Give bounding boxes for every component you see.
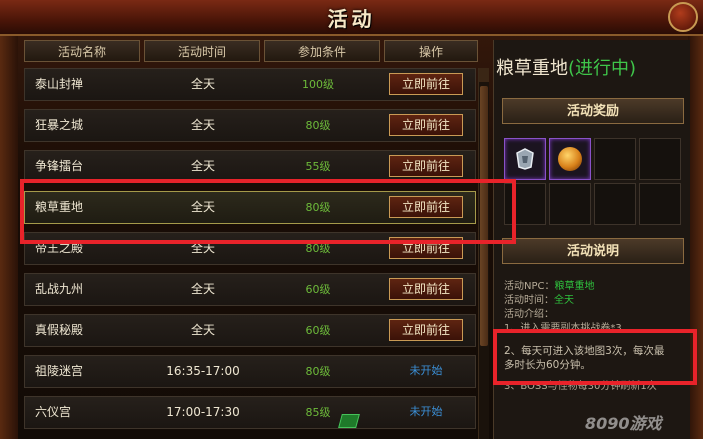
reward-slot-7[interactable] xyxy=(594,183,636,225)
activity-name: 六仪宫 xyxy=(35,405,72,419)
npc-label: 活动NPC： xyxy=(504,281,555,292)
intro-label: 活动介绍： xyxy=(504,309,554,320)
reward-heading: 活动奖励 xyxy=(502,98,684,124)
activity-list: 泰山封禅 全天 100级 立即前往 狂暴之城 全天 80级 立即前往 争锋擂台 全天 55级 立即前往… xyxy=(24,68,478,439)
reward-slots xyxy=(504,138,684,230)
event-title: 粮草重地(进行中) xyxy=(496,54,636,80)
description-heading: 活动说明 xyxy=(502,238,684,264)
activity-name: 泰山封禅 xyxy=(35,77,84,91)
activity-action: 未开始 xyxy=(387,401,477,424)
go-now-button[interactable]: 立即前往 xyxy=(389,73,463,95)
not-started-label: 未开始 xyxy=(409,405,443,418)
activity-action: 立即前往 xyxy=(387,155,477,178)
go-now-button[interactable]: 立即前往 xyxy=(389,319,463,341)
activity-action: 立即前往 xyxy=(387,114,477,137)
header-activity-time: 活动时间 xyxy=(144,40,260,62)
highlight-box-row xyxy=(20,179,516,244)
activity-row[interactable]: 真假秘殿 全天 60级 立即前往 xyxy=(24,314,476,347)
activity-row[interactable]: 乱战九州 全天 60级 立即前往 xyxy=(24,273,476,306)
activity-time: 17:00-17:30 xyxy=(166,405,240,419)
title-bar: 活动 xyxy=(0,0,703,36)
site-watermark: 8090游戏 xyxy=(585,414,662,433)
header-activity-name: 活动名称 xyxy=(24,40,140,62)
activity-row[interactable]: 泰山封禅 全天 100级 立即前往 xyxy=(24,68,476,101)
header-action: 操作 xyxy=(384,40,478,62)
activity-name: 祖陵迷宫 xyxy=(35,364,84,378)
reward-slot-3[interactable] xyxy=(594,138,636,180)
time-line: 活动时间：全天 xyxy=(504,294,684,308)
activity-action: 未开始 xyxy=(387,360,477,383)
window-title: 活动 xyxy=(327,7,376,31)
activity-name: 狂暴之城 xyxy=(35,118,84,132)
activity-window: 活动 活动名称 活动时间 参加条件 操作 泰山封禅 全天 100级 立即前往 狂暴之城全… xyxy=(0,0,703,439)
time-label: 活动时间： xyxy=(504,295,554,306)
go-now-button[interactable]: 立即前往 xyxy=(389,278,463,300)
activity-time: 全天 xyxy=(190,159,215,173)
activity-row[interactable]: 六仪宫 17:00-17:30 85级 未开始 xyxy=(24,396,476,429)
activity-action: 立即前往 xyxy=(387,73,477,96)
activity-time: 16:35-17:00 xyxy=(166,364,240,378)
reward-slot-1[interactable] xyxy=(504,138,546,180)
time-value: 全天 xyxy=(554,295,574,306)
leaf-icon xyxy=(338,414,360,428)
activity-name: 乱战九州 xyxy=(35,282,84,296)
scroll-up-button[interactable] xyxy=(479,68,489,82)
armor-item-icon xyxy=(516,148,534,170)
go-now-button[interactable]: 立即前往 xyxy=(389,155,463,177)
npc-value[interactable]: 粮草重地 xyxy=(555,281,595,292)
activity-action: 立即前往 xyxy=(387,319,477,342)
gold-orb-icon xyxy=(558,147,582,171)
close-button[interactable] xyxy=(668,2,698,32)
activity-row[interactable]: 祖陵迷宫 16:35-17:00 80级 未开始 xyxy=(24,355,476,388)
event-status: (进行中) xyxy=(568,58,637,79)
reward-slot-2[interactable] xyxy=(549,138,591,180)
activity-level: 80级 xyxy=(305,119,331,132)
highlight-box-description xyxy=(493,329,697,385)
activity-level: 60级 xyxy=(305,324,331,337)
activity-row[interactable]: 狂暴之城 全天 80级 立即前往 xyxy=(24,109,476,142)
scrollbar[interactable] xyxy=(478,68,489,439)
activity-time: 全天 xyxy=(190,323,215,337)
reward-slot-4[interactable] xyxy=(639,138,681,180)
go-now-button[interactable]: 立即前往 xyxy=(389,114,463,136)
npc-line: 活动NPC：粮草重地 xyxy=(504,280,684,294)
activity-action: 立即前往 xyxy=(387,278,477,301)
activity-level: 80级 xyxy=(305,365,331,378)
activity-level: 55级 xyxy=(305,160,331,173)
frame-left-border xyxy=(0,0,18,439)
activity-name: 真假秘殿 xyxy=(35,323,84,337)
activity-level: 100级 xyxy=(302,78,334,91)
activity-time: 全天 xyxy=(190,77,215,91)
event-name: 粮草重地 xyxy=(496,58,568,79)
activity-time: 全天 xyxy=(190,282,215,296)
reward-slot-8[interactable] xyxy=(639,183,681,225)
header-requirement: 参加条件 xyxy=(264,40,380,62)
reward-slot-6[interactable] xyxy=(549,183,591,225)
not-started-label: 未开始 xyxy=(409,364,443,377)
activity-time: 全天 xyxy=(190,118,215,132)
activity-level: 60级 xyxy=(305,283,331,296)
activity-name: 争锋擂台 xyxy=(35,159,84,173)
